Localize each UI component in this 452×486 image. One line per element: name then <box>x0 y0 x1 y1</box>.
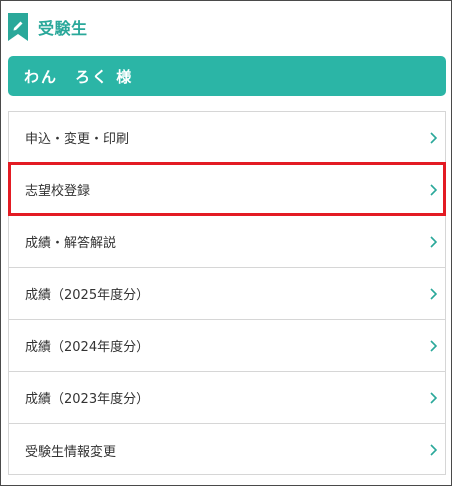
menu-item-school-registration[interactable]: 志望校登録 <box>9 164 445 216</box>
chevron-right-icon <box>430 444 437 456</box>
menu-item-application[interactable]: 申込・変更・印刷 <box>9 112 445 164</box>
menu-item-label: 成績・解答解説 <box>25 236 117 251</box>
menu-item-label: 成績（2024年度分） <box>25 340 150 355</box>
menu-item-examinee-info-change[interactable]: 受験生情報変更 <box>9 424 445 476</box>
menu-item-label: 成績（2023年度分） <box>25 392 150 407</box>
user-display-name: わん ろく 様 <box>24 67 134 86</box>
chevron-right-icon <box>430 183 437 196</box>
menu-item-results-2023[interactable]: 成績（2023年度分） <box>9 372 445 424</box>
chevron-right-icon <box>430 391 437 404</box>
examinee-menu: 申込・変更・印刷 志望校登録 成績・解答解説 成績（2025年度分） 成績（20… <box>8 111 446 475</box>
chevron-right-icon <box>430 131 437 144</box>
menu-item-label: 申込・変更・印刷 <box>25 132 130 147</box>
chevron-right-icon <box>430 339 437 352</box>
bookmark-pencil-icon <box>8 13 28 41</box>
menu-item-label: 受験生情報変更 <box>25 444 117 460</box>
menu-item-results-2024[interactable]: 成績（2024年度分） <box>9 320 445 372</box>
chevron-right-icon <box>430 235 437 248</box>
section-title: 受験生 <box>38 19 88 38</box>
section-header: 受験生 <box>8 13 88 41</box>
user-name-bar: わん ろく 様 <box>8 56 446 96</box>
menu-item-results-2025[interactable]: 成績（2025年度分） <box>9 268 445 320</box>
chevron-right-icon <box>430 287 437 300</box>
menu-item-label: 志望校登録 <box>25 184 91 199</box>
menu-item-label: 成績（2025年度分） <box>25 288 150 303</box>
app-frame: 受験生 わん ろく 様 申込・変更・印刷 志望校登録 成績・解答解説 成績（20… <box>0 0 452 486</box>
menu-item-results-answers[interactable]: 成績・解答解説 <box>9 216 445 268</box>
